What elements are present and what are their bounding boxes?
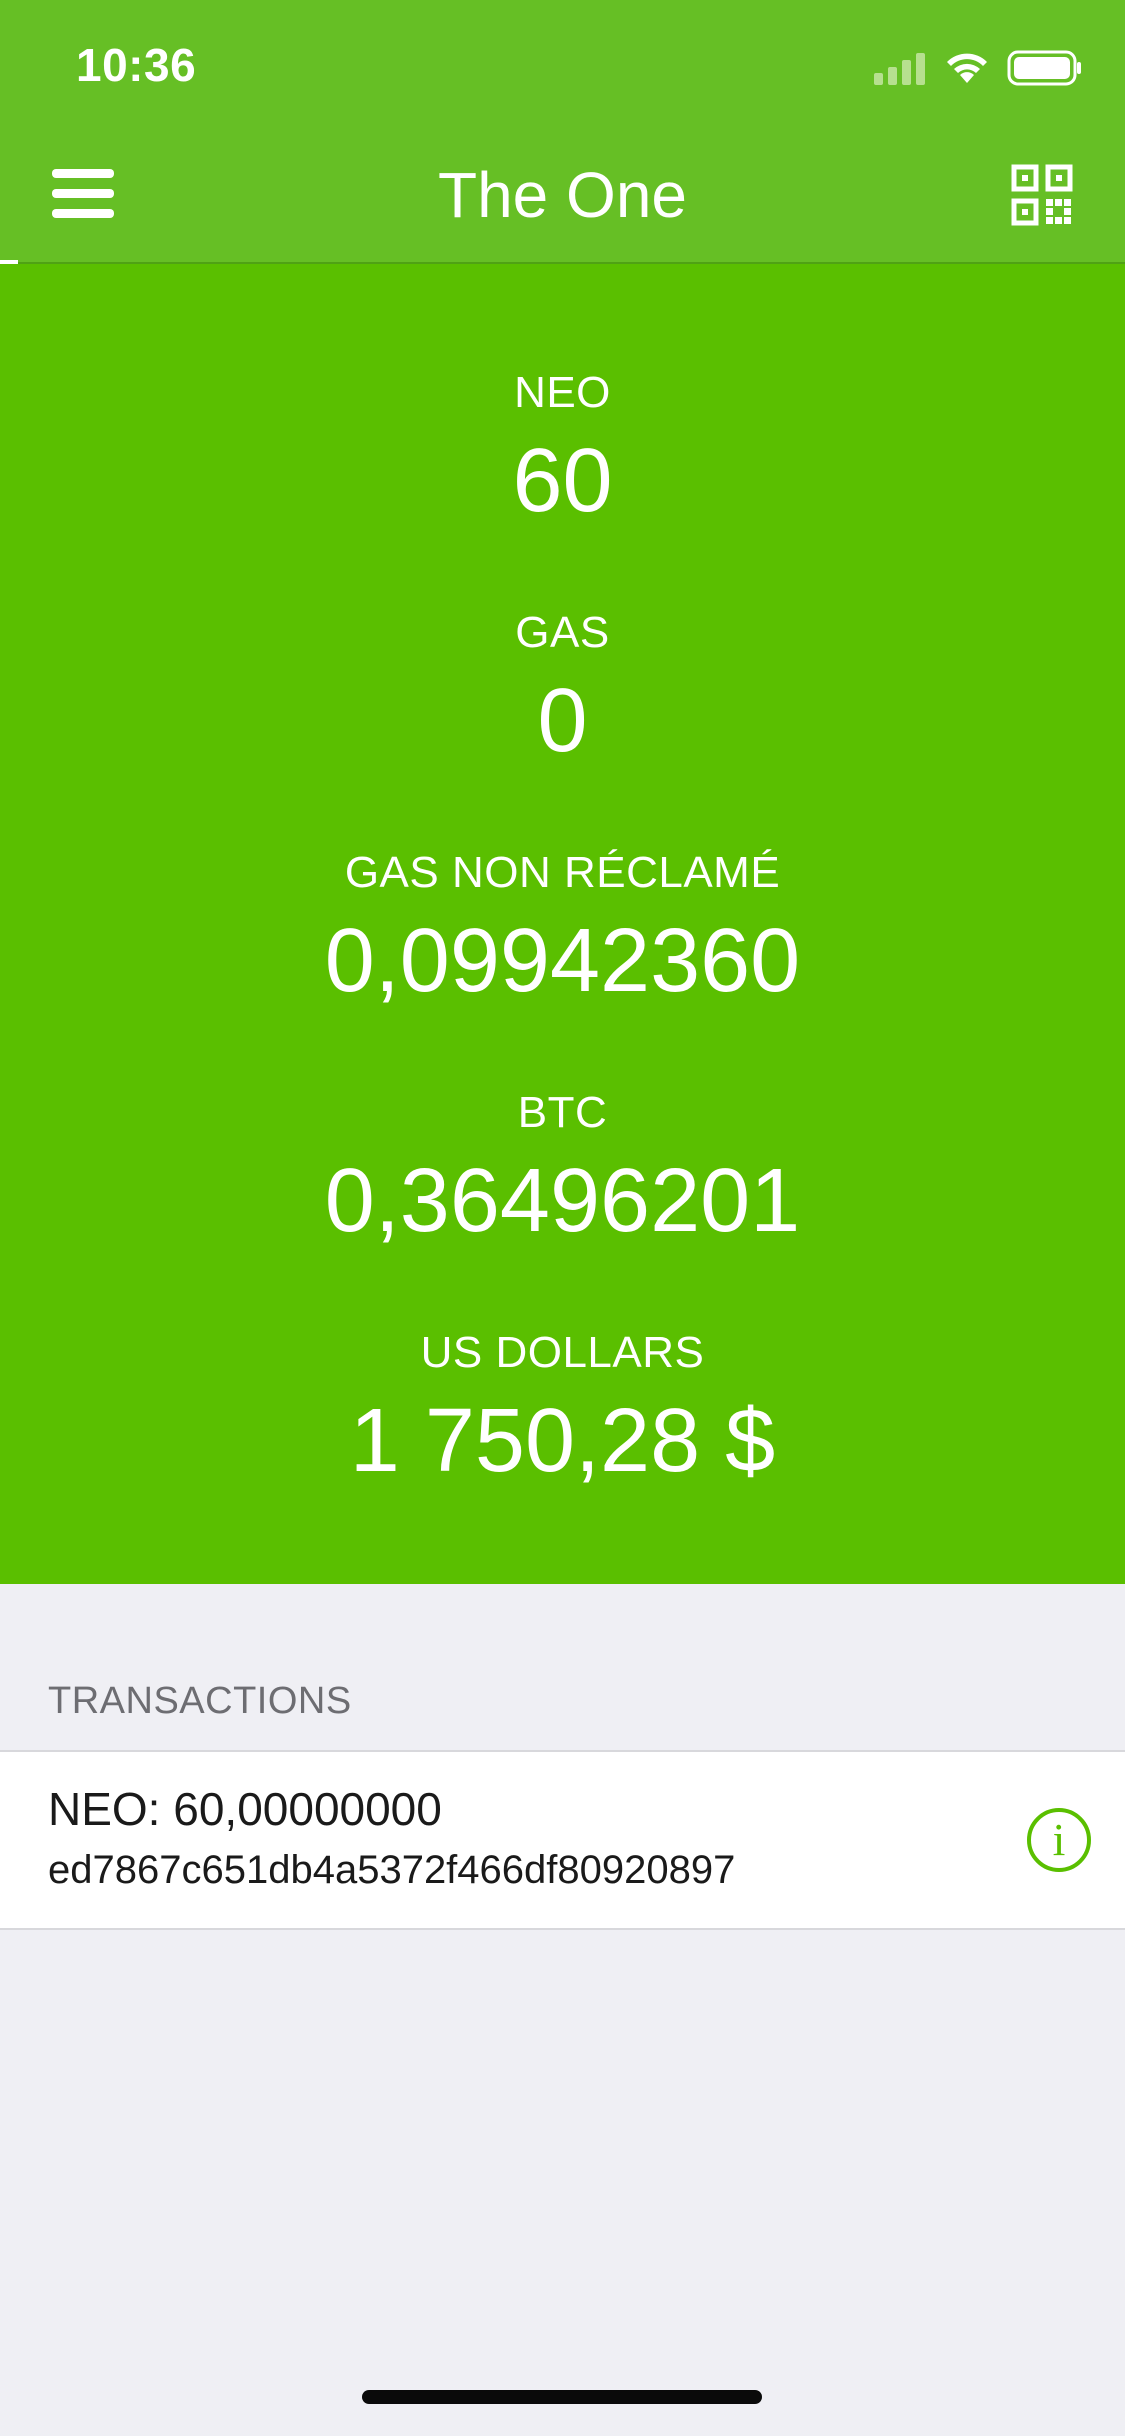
balance-value: 60 <box>512 431 613 531</box>
balance-value: 0,36496201 <box>324 1151 801 1251</box>
balance-value: 1 750,28 $ <box>349 1391 776 1491</box>
balance-neo: NEO 60 <box>0 367 1125 531</box>
home-indicator[interactable] <box>362 2390 762 2404</box>
balance-value: 0 <box>537 671 588 771</box>
transaction-row[interactable]: NEO: 60,00000000 ed7867c651db4a5372f466d… <box>0 1750 1125 1930</box>
balances-panel: NEO 60 GAS 0 GAS NON RÉCLAMÉ 0,09942360 … <box>0 264 1125 1584</box>
balance-gas: GAS 0 <box>0 607 1125 771</box>
balance-label: GAS <box>515 608 610 657</box>
status-time: 10:36 <box>76 39 197 91</box>
transaction-amount: NEO: 60,00000000 <box>48 1783 442 1835</box>
balance-label: GAS NON RÉCLAMÉ <box>344 848 781 897</box>
balance-unclaimed-gas: GAS NON RÉCLAMÉ 0,09942360 <box>0 847 1125 1011</box>
wifi-icon <box>945 51 989 85</box>
balance-label: NEO <box>514 368 611 417</box>
info-icon[interactable]: i <box>1027 1808 1091 1872</box>
battery-icon <box>1007 50 1083 86</box>
signal-icon <box>869 51 925 85</box>
balance-value: 0,09942360 <box>324 911 801 1011</box>
balance-label: US DOLLARS <box>420 1328 705 1377</box>
qr-code-icon[interactable] <box>1011 164 1073 226</box>
transaction-hash: ed7867c651db4a5372f466df80920897 <box>48 1848 736 1892</box>
balance-btc: BTC 0,36496201 <box>0 1087 1125 1251</box>
wallet-title: The One <box>437 159 688 231</box>
transactions-header: TRANSACTIONS <box>48 1680 352 1722</box>
balance-usd: US DOLLARS 1 750,28 $ <box>0 1327 1125 1491</box>
status-icons <box>869 48 1083 88</box>
wallet-screen: 10:36 The One NEO 60 GAS 0 GAS NON RÉCLA… <box>0 0 1125 2436</box>
navigation-bar: 10:36 The One <box>0 0 1125 264</box>
balance-label: BTC <box>517 1088 608 1137</box>
